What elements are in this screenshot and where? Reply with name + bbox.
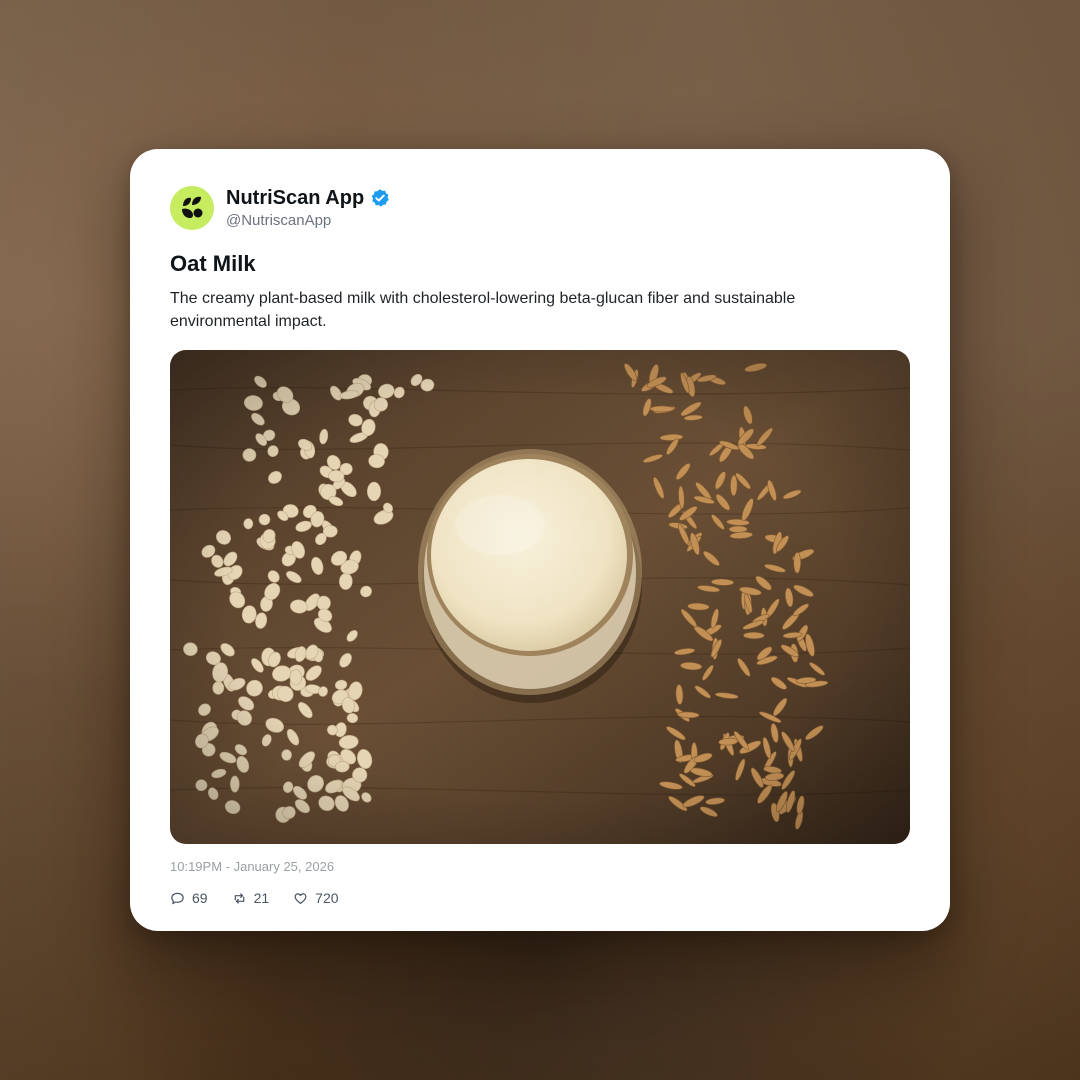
author-names: NutriScan App @NutriscanApp: [226, 186, 390, 231]
post-title: Oat Milk: [170, 251, 256, 276]
repost-button[interactable]: 21: [232, 890, 270, 906]
post-timestamp[interactable]: 10:19PM - January 25, 2026: [170, 858, 910, 876]
author-display-name[interactable]: NutriScan App: [226, 186, 364, 210]
sprout-logo-icon: [182, 196, 203, 218]
avatar[interactable]: [170, 186, 214, 230]
like-count: 720: [315, 890, 339, 906]
post-card: NutriScan App @NutriscanApp Oat Milk The…: [130, 149, 950, 931]
post-description: The creamy plant-based milk with cholest…: [170, 290, 796, 330]
post-image[interactable]: [170, 350, 910, 844]
reply-count: 69: [192, 890, 208, 906]
name-row: NutriScan App: [226, 186, 390, 210]
reply-button[interactable]: 69: [170, 890, 208, 906]
repost-icon: [234, 892, 244, 904]
like-button[interactable]: 720: [293, 890, 339, 906]
verified-badge-icon: [370, 188, 390, 208]
post-header: NutriScan App @NutriscanApp: [170, 185, 910, 231]
reply-icon: [171, 892, 184, 904]
heart-icon: [294, 892, 307, 904]
repost-count: 21: [253, 890, 270, 906]
author-handle[interactable]: @NutriscanApp: [226, 211, 390, 231]
post-actions: 69 21 720: [170, 890, 910, 906]
